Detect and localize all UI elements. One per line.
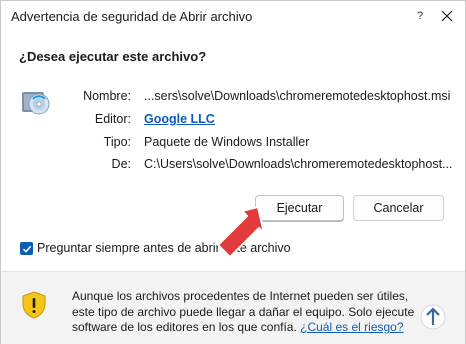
title-bar: Advertencia de seguridad de Abrir archiv…: [1, 1, 465, 31]
always-ask-checkbox[interactable]: [20, 242, 33, 255]
publisher-link[interactable]: Google LLC: [144, 112, 215, 126]
from-label: De:: [111, 157, 131, 171]
name-value: ...sers\solve\Downloads\chromeremotedesk…: [144, 89, 451, 103]
window-title: Advertencia de seguridad de Abrir archiv…: [11, 9, 253, 24]
checkmark-icon: [22, 245, 31, 253]
from-value: C:\Users\solve\Downloads\chromeremotedes…: [144, 157, 453, 171]
shield-warning-icon: [22, 291, 46, 319]
risk-link[interactable]: ¿Cuál es el riesgo?: [300, 320, 403, 334]
close-button[interactable]: [435, 5, 459, 27]
dialog-question: ¿Desea ejecutar este archivo?: [19, 49, 207, 64]
run-button[interactable]: Ejecutar: [255, 195, 344, 221]
type-label: Tipo:: [103, 135, 131, 149]
name-label: Nombre:: [83, 89, 131, 103]
help-icon: ?: [416, 10, 424, 22]
red-pointer-arrow-icon: [217, 206, 265, 258]
warning-message: Aunque los archivos procedentes de Inter…: [72, 289, 432, 336]
watermark-logo-icon: [420, 304, 446, 330]
security-warning-dialog: Advertencia de seguridad de Abrir archiv…: [0, 0, 466, 344]
cancel-button[interactable]: Cancelar: [353, 195, 444, 221]
publisher-label: Editor:: [94, 112, 131, 126]
type-value: Paquete de Windows Installer: [144, 135, 310, 149]
close-icon: [441, 10, 453, 22]
help-button[interactable]: ?: [409, 5, 431, 27]
